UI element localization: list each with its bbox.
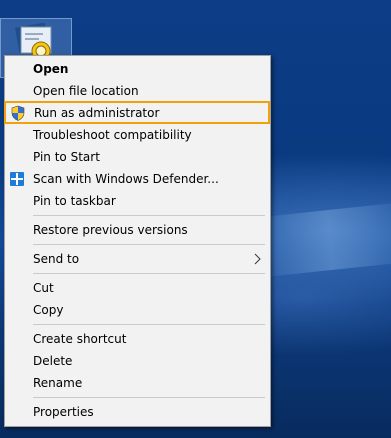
- menu-separator: [33, 215, 265, 216]
- menu-separator: [33, 244, 265, 245]
- menu-item-label: Open: [33, 62, 69, 76]
- menu-item-properties[interactable]: Properties: [6, 401, 269, 423]
- menu-item-rename[interactable]: Rename: [6, 372, 269, 394]
- menu-item-pin-to-start[interactable]: Pin to Start: [6, 146, 269, 168]
- menu-item-delete[interactable]: Delete: [6, 350, 269, 372]
- menu-item-cut[interactable]: Cut: [6, 277, 269, 299]
- menu-separator: [33, 397, 265, 398]
- uac-shield-icon: [10, 105, 26, 121]
- context-menu: Open Open file location Run as administr…: [4, 55, 271, 427]
- menu-item-label: Troubleshoot compatibility: [33, 128, 192, 142]
- menu-item-label: Run as administrator: [34, 106, 160, 120]
- menu-item-label: Send to: [33, 252, 80, 266]
- chevron-right-icon: [253, 251, 263, 267]
- menu-item-run-as-administrator[interactable]: Run as administrator: [4, 101, 270, 124]
- menu-item-label: Pin to taskbar: [33, 194, 116, 208]
- menu-item-pin-to-taskbar[interactable]: Pin to taskbar: [6, 190, 269, 212]
- menu-item-scan-with-windows-defender[interactable]: Scan with Windows Defender...: [6, 168, 269, 190]
- menu-item-restore-previous-versions[interactable]: Restore previous versions: [6, 219, 269, 241]
- menu-separator: [33, 273, 265, 274]
- menu-item-open-file-location[interactable]: Open file location: [6, 80, 269, 102]
- menu-item-label: Delete: [33, 354, 73, 368]
- menu-item-label: Cut: [33, 281, 54, 295]
- menu-item-troubleshoot-compatibility[interactable]: Troubleshoot compatibility: [6, 124, 269, 146]
- menu-item-label: Properties: [33, 405, 94, 419]
- menu-item-send-to[interactable]: Send to: [6, 248, 269, 270]
- menu-item-label: Restore previous versions: [33, 223, 188, 237]
- menu-item-label: Open file location: [33, 84, 139, 98]
- menu-item-label: Create shortcut: [33, 332, 127, 346]
- menu-item-create-shortcut[interactable]: Create shortcut: [6, 328, 269, 350]
- menu-item-label: Scan with Windows Defender...: [33, 172, 219, 186]
- menu-item-label: Copy: [33, 303, 64, 317]
- menu-item-label: Pin to Start: [33, 150, 100, 164]
- menu-item-label: Rename: [33, 376, 83, 390]
- windows-defender-icon: [9, 171, 25, 187]
- menu-item-copy[interactable]: Copy: [6, 299, 269, 321]
- menu-item-open[interactable]: Open: [6, 58, 269, 80]
- menu-separator: [33, 324, 265, 325]
